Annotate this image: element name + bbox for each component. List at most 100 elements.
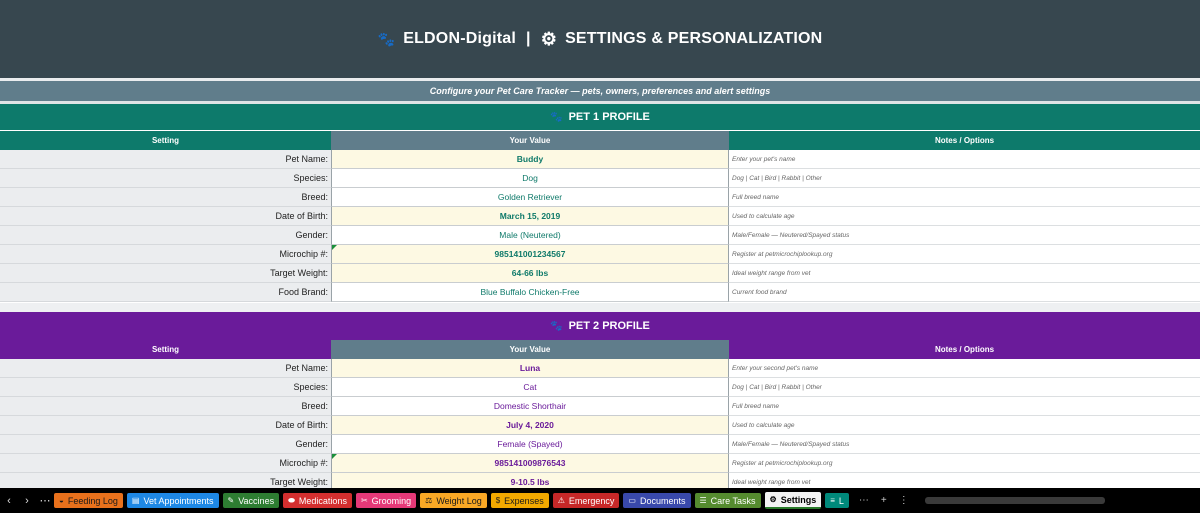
- alert-icon: ⚠: [557, 496, 565, 505]
- sheet-tab[interactable]: ☰ Care Tasks: [694, 493, 761, 508]
- table-row: Target Weight: 64-66 lbs Ideal weight rang…: [0, 264, 1200, 283]
- sheet-tab[interactable]: ✂ Grooming: [355, 493, 417, 508]
- title-separator: |: [526, 30, 531, 47]
- sheet-tab-label: Medications: [298, 495, 347, 506]
- table-row: Pet Name: Buddy Enter your pet's name: [0, 150, 1200, 169]
- setting-value: Domestic Shorthair: [493, 401, 567, 411]
- tab-bar-controls: ⋯ + ⋮: [853, 495, 1105, 506]
- sheet-tab[interactable]: ◒ Feeding Log: [54, 493, 123, 508]
- cell-comment-marker: [332, 245, 337, 250]
- sheet-tab[interactable]: $ Expenses: [490, 493, 549, 508]
- options-icon[interactable]: ⋮: [899, 495, 909, 506]
- sheet-tab-label: Vaccines: [238, 495, 275, 506]
- more-tabs-icon[interactable]: ⋯: [859, 495, 869, 506]
- setting-value-cell[interactable]: Male (Neutered): [331, 226, 729, 245]
- setting-value-cell[interactable]: Buddy: [331, 150, 729, 169]
- sheet-tab-label: Documents: [639, 495, 686, 506]
- table-row: Microchip #: 985141001234567 Register at p…: [0, 245, 1200, 264]
- setting-value-cell[interactable]: Female (Spayed): [331, 435, 729, 454]
- setting-label: Microchip #:: [0, 245, 331, 264]
- sheet-tab[interactable]: ⚠ Emergency: [552, 493, 620, 508]
- setting-value: Buddy: [516, 154, 544, 164]
- table-row: Breed: Domestic Shorthair Full breed name: [0, 397, 1200, 416]
- sheet-tab[interactable]: ≡ L: [825, 493, 849, 508]
- setting-value-cell[interactable]: 64-66 lbs: [331, 264, 729, 283]
- setting-label: Food Brand:: [0, 283, 331, 302]
- setting-label: Species:: [0, 378, 331, 397]
- chevron-right-icon[interactable]: ›: [18, 495, 36, 507]
- setting-label: Target Weight:: [0, 264, 331, 283]
- sheet-tab-label: Care Tasks: [710, 495, 756, 506]
- setting-value: July 4, 2020: [506, 420, 554, 430]
- table-row: Species: Dog Dog | Cat | Bird | Rabbit | O…: [0, 169, 1200, 188]
- column-header-notes: Notes / Options: [934, 136, 995, 145]
- setting-note: Dog | Cat | Bird | Rabbit | Other: [729, 378, 1200, 397]
- clipboard-icon: ▤: [131, 496, 140, 505]
- setting-value: 9-10.5 lbs: [510, 477, 550, 487]
- setting-value-cell[interactable]: 985141001234567: [331, 245, 729, 264]
- setting-label: Breed:: [0, 188, 331, 207]
- setting-note: Enter your second pet's name: [729, 359, 1200, 378]
- setting-value: 985141001234567: [494, 249, 566, 259]
- column-header-setting: Setting: [151, 345, 180, 354]
- add-sheet-icon[interactable]: +: [881, 495, 887, 506]
- setting-value-cell[interactable]: Luna: [331, 359, 729, 378]
- setting-label: Pet Name:: [0, 359, 331, 378]
- sheet-tab[interactable]: ▤ Vet Appointments: [126, 493, 219, 508]
- setting-value-cell[interactable]: Blue Buffalo Chicken-Free: [331, 283, 729, 302]
- sheet-tab[interactable]: ▭ Documents: [623, 493, 691, 508]
- setting-value: Cat: [523, 382, 537, 392]
- setting-value: Male (Neutered): [499, 230, 561, 240]
- column-header-value: Your Value: [331, 340, 729, 359]
- setting-label: Gender:: [0, 435, 331, 454]
- paw-icon: 🐾: [550, 111, 563, 123]
- setting-value-cell[interactable]: July 4, 2020: [331, 416, 729, 435]
- sheet-tab-label: Feeding Log: [67, 495, 118, 506]
- folder-icon: ▭: [628, 496, 636, 505]
- money-icon: $: [495, 496, 501, 505]
- gear-icon: ⚙: [540, 28, 558, 49]
- sheet-tab[interactable]: ⚙ Settings: [764, 492, 822, 509]
- setting-label: Microchip #:: [0, 454, 331, 473]
- setting-note: Dog | Cat | Bird | Rabbit | Other: [729, 169, 1200, 188]
- table-row: Gender: Male (Neutered) Male/Female — Neut…: [0, 226, 1200, 245]
- chevron-left-icon[interactable]: ‹: [0, 495, 18, 507]
- setting-label: Gender:: [0, 226, 331, 245]
- sheet-tab[interactable]: ⚖ Weight Log: [420, 493, 487, 508]
- setting-label: Date of Birth:: [0, 207, 331, 226]
- table-row: Gender: Female (Spayed) Male/Female — Neut…: [0, 435, 1200, 454]
- page-title: SETTINGS & PERSONALIZATION: [565, 30, 823, 47]
- setting-label: Date of Birth:: [0, 416, 331, 435]
- setting-note: Full breed name: [729, 397, 1200, 416]
- horizontal-scrollbar[interactable]: [924, 497, 1105, 504]
- setting-value-cell[interactable]: Dog: [331, 169, 729, 188]
- cell-comment-marker: [332, 454, 337, 459]
- sheet-tabs: ◒ Feeding Log ▤ Vet Appointments ✎ Vaccines ⬬ M…: [54, 492, 853, 509]
- checklist-icon: ☰: [699, 496, 707, 505]
- more-tabs-icon[interactable]: ⋯: [36, 494, 54, 507]
- pill-icon: ⬬: [288, 495, 295, 505]
- setting-value-cell[interactable]: Cat: [331, 378, 729, 397]
- setting-label: Breed:: [0, 397, 331, 416]
- pet2-column-headers: Setting Your Value Notes / Options: [0, 340, 1200, 359]
- sheet-tab[interactable]: ✎ Vaccines: [222, 493, 280, 508]
- setting-value-cell[interactable]: March 15, 2019: [331, 207, 729, 226]
- sheet-tab[interactable]: ⬬ Medications: [283, 493, 352, 508]
- setting-note: Used to calculate age: [729, 416, 1200, 435]
- setting-note: Register at petmicrochiplookup.org: [729, 245, 1200, 264]
- pet1-section-header: 🐾 PET 1 PROFILE: [0, 104, 1200, 130]
- table-row: Pet Name: Luna Enter your second pet's nam…: [0, 359, 1200, 378]
- setting-value-cell[interactable]: Domestic Shorthair: [331, 397, 729, 416]
- setting-value-cell[interactable]: 985141009876543: [331, 454, 729, 473]
- setting-value: Luna: [519, 363, 541, 373]
- column-header-setting: Setting: [151, 136, 180, 145]
- pet1-section-title: PET 1 PROFILE: [568, 111, 650, 123]
- table-row: Species: Cat Dog | Cat | Bird | Rabbit | O…: [0, 378, 1200, 397]
- sheet-tab-label: Weight Log: [436, 495, 482, 506]
- column-header-value: Your Value: [331, 131, 729, 150]
- setting-value-cell[interactable]: Golden Retriever: [331, 188, 729, 207]
- paw-icon: 🐾: [377, 30, 396, 47]
- sheet-tab-label: L: [838, 495, 844, 506]
- setting-value: Female (Spayed): [497, 439, 563, 449]
- setting-note: Male/Female — Neutered/Spayed status: [729, 435, 1200, 454]
